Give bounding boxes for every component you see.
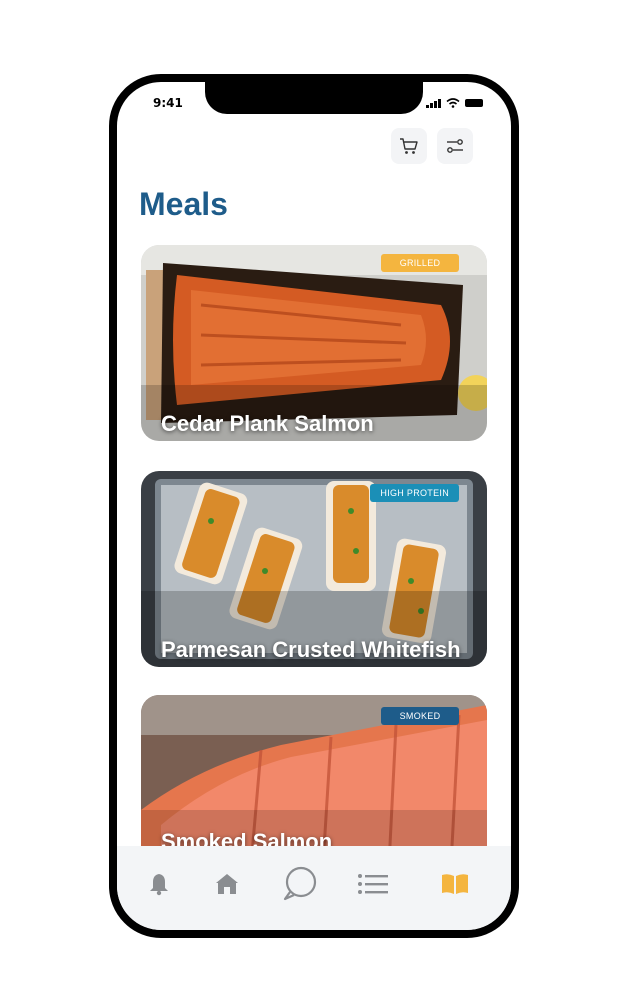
tab-list[interactable] [353, 864, 393, 904]
tab-chat[interactable] [280, 864, 320, 904]
battery-icon [465, 99, 483, 107]
book-icon [442, 874, 468, 894]
tab-meals[interactable] [435, 864, 475, 904]
meal-title: Parmesan Crusted Whitefish [161, 637, 461, 662]
badge-high-protein: HIGH PROTEIN [370, 484, 459, 502]
phone-frame: 9:41 Meals GRILLED Cedar Plank Salmon HI… [109, 74, 519, 938]
signal-icon [426, 98, 441, 108]
cart-button[interactable] [391, 128, 427, 164]
meal-card-smoked-salmon[interactable]: SMOKED Smoked Salmon [141, 695, 487, 865]
meal-card-cedar-plank-salmon[interactable]: GRILLED Cedar Plank Salmon [141, 245, 487, 441]
meal-title: Cedar Plank Salmon [161, 411, 374, 436]
notch [205, 82, 423, 114]
filter-button[interactable] [437, 128, 473, 164]
chat-icon [283, 866, 317, 901]
home-icon [216, 874, 238, 894]
status-icons [426, 98, 483, 108]
cart-icon [400, 138, 418, 154]
badge-grilled: GRILLED [381, 254, 459, 272]
meal-card-parmesan-crusted-whitefish[interactable]: HIGH PROTEIN Parmesan Crusted Whitefish [141, 471, 487, 667]
wifi-icon [446, 98, 460, 108]
bell-icon [150, 874, 168, 896]
tab-notifications[interactable] [139, 864, 179, 904]
tab-home[interactable] [207, 864, 247, 904]
filter-icon [447, 139, 463, 153]
header-actions [391, 128, 473, 164]
list-icon [358, 874, 388, 894]
tab-bar [117, 846, 511, 930]
page-title: Meals [139, 186, 228, 222]
badge-smoked: SMOKED [381, 707, 459, 725]
status-time: 9:41 [153, 96, 183, 110]
